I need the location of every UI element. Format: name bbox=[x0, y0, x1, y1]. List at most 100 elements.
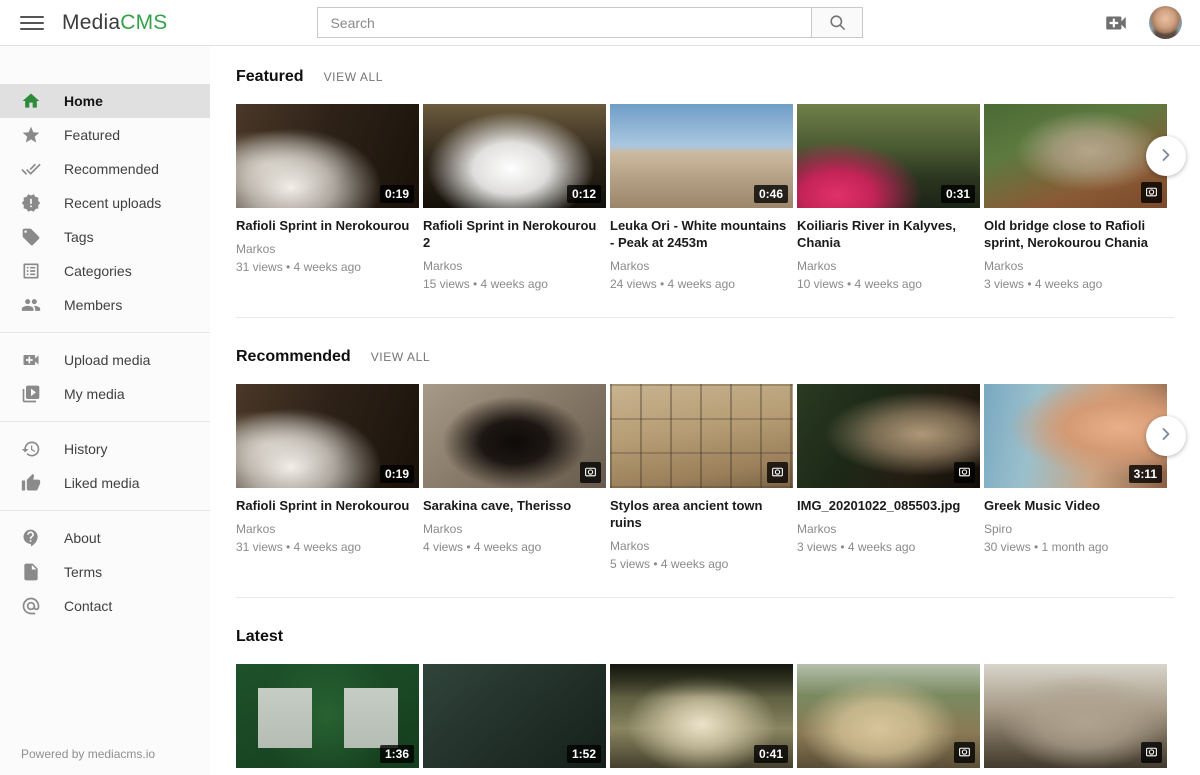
sidebar-item-members[interactable]: Members bbox=[0, 288, 210, 322]
media-card[interactable]: 0:12 Rafioli Sprint in Nerokourou 2 Markos… bbox=[423, 104, 606, 291]
sidebar-item-liked-media[interactable]: Liked media bbox=[0, 466, 210, 500]
media-title[interactable]: Greek Music Video bbox=[984, 498, 1167, 515]
sidebar-item-history[interactable]: History bbox=[0, 432, 210, 466]
duration-badge: 0:12 bbox=[567, 185, 601, 203]
sidebar-item-about[interactable]: About bbox=[0, 521, 210, 555]
sidebar-item-home[interactable]: Home bbox=[0, 84, 210, 118]
media-meta: 31 views • 4 weeks ago bbox=[236, 540, 419, 554]
media-card[interactable]: 0:41Forest - 49981.mp4test17 views • 3 w… bbox=[610, 664, 793, 775]
media-meta: 4 views • 4 weeks ago bbox=[423, 540, 606, 554]
media-author[interactable]: Spiro bbox=[984, 522, 1167, 536]
app-logo[interactable]: MediaCMS bbox=[62, 11, 167, 35]
sidebar-item-label: Featured bbox=[64, 127, 120, 143]
media-title[interactable]: Rafioli Sprint in Nerokourou bbox=[236, 498, 419, 515]
sidebar-item-my-media[interactable]: My media bbox=[0, 377, 210, 411]
home-icon bbox=[21, 91, 41, 111]
media-title[interactable]: Koiliaris River in Kalyves, Chania bbox=[797, 218, 980, 252]
video-library-icon bbox=[21, 384, 41, 404]
search-input[interactable] bbox=[317, 7, 811, 38]
media-author[interactable]: Markos bbox=[236, 522, 419, 536]
media-thumbnail[interactable]: 0:46 bbox=[610, 104, 793, 208]
media-author[interactable]: Markos bbox=[984, 259, 1167, 273]
search-button[interactable] bbox=[811, 7, 863, 38]
section-title: Recommended bbox=[236, 348, 351, 366]
media-author[interactable]: Markos bbox=[423, 259, 606, 273]
logo-text-cms: CMS bbox=[120, 11, 167, 34]
section-featured: FeaturedVIEW ALL0:19Rafioli Sprint in Ne… bbox=[236, 68, 1170, 291]
carousel-next-button[interactable] bbox=[1146, 136, 1186, 176]
media-card[interactable]: 0:31 Koiliaris River in Kalyves, Chania Ma… bbox=[797, 104, 980, 291]
media-thumbnail[interactable]: 1:36 bbox=[236, 664, 419, 768]
section-header: Latest bbox=[236, 628, 1170, 646]
media-title[interactable]: Stylos area ancient town ruins bbox=[610, 498, 793, 532]
sidebar-item-label: Home bbox=[64, 93, 103, 109]
media-thumbnail[interactable] bbox=[797, 384, 980, 488]
media-thumbnail[interactable]: 0:31 bbox=[797, 104, 980, 208]
media-author[interactable]: Markos bbox=[797, 522, 980, 536]
sidebar-item-upload-media[interactable]: Upload media bbox=[0, 343, 210, 377]
media-thumbnail[interactable] bbox=[984, 664, 1167, 768]
sidebar-item-label: Members bbox=[64, 297, 122, 313]
media-author[interactable]: Markos bbox=[797, 259, 980, 273]
media-card[interactable]: 0:19Rafioli Sprint in NerokourouMarkos31… bbox=[236, 104, 419, 291]
card-row: 0:19Rafioli Sprint in NerokourouMarkos31… bbox=[236, 104, 1170, 291]
media-author[interactable]: Markos bbox=[610, 539, 793, 553]
media-thumbnail[interactable] bbox=[610, 384, 793, 488]
media-card[interactable]: 1:36Corona HuntDickson Jr.6 views • 4 da… bbox=[236, 664, 419, 775]
media-title[interactable]: Old bridge close to Rafioli sprint, Nero… bbox=[984, 218, 1167, 252]
card-row: 0:19 Rafioli Sprint in Nerokourou Markos 31… bbox=[236, 384, 1170, 571]
sidebar-item-categories[interactable]: Categories bbox=[0, 254, 210, 288]
media-card[interactable]: 1:52Avatar AangDickson Jr.12 views • 1 w… bbox=[423, 664, 606, 775]
upload-media-icon[interactable] bbox=[1103, 10, 1129, 36]
media-card[interactable]: Stylos area ancient town ruinsMarkos5 vi… bbox=[610, 384, 793, 571]
sidebar-item-featured[interactable]: Featured bbox=[0, 118, 210, 152]
media-card[interactable]: Sarakina cave, Therisso Markos 4 views • 4… bbox=[423, 384, 606, 571]
media-card[interactable]: 3:11Greek Music VideoSpiro30 views • 1 m… bbox=[984, 384, 1167, 571]
sidebar-divider bbox=[0, 421, 210, 422]
media-thumbnail[interactable]: 0:19 bbox=[236, 384, 419, 488]
media-thumbnail[interactable]: 3:11 bbox=[984, 384, 1167, 488]
media-card[interactable]: 0:46 Leuka Ori - White mountains - Peak a… bbox=[610, 104, 793, 291]
media-card[interactable]: IMG_20201022_085503.jpgMarkos3 views • 4… bbox=[797, 384, 980, 571]
media-title[interactable]: Leuka Ori - White mountains - Peak at 24… bbox=[610, 218, 793, 252]
media-thumbnail[interactable]: 1:52 bbox=[423, 664, 606, 768]
at-email-icon bbox=[21, 596, 41, 616]
video-call-icon bbox=[21, 350, 41, 370]
media-author[interactable]: Markos bbox=[423, 522, 606, 536]
media-title[interactable]: Sarakina cave, Therisso bbox=[423, 498, 606, 515]
carousel-next-button[interactable] bbox=[1146, 416, 1186, 456]
view-all-link[interactable]: VIEW ALL bbox=[371, 350, 431, 364]
sidebar-nav: Home Featured RecommendedRecent uploadsTag… bbox=[0, 84, 210, 623]
sidebar-item-recent-uploads[interactable]: Recent uploads bbox=[0, 186, 210, 220]
media-card[interactable]: IMG_20201023_104106.jpgMarkos4 views • 4… bbox=[797, 664, 980, 775]
user-avatar[interactable] bbox=[1149, 6, 1182, 39]
media-card[interactable]: 0:19 Rafioli Sprint in Nerokourou Markos 31… bbox=[236, 384, 419, 571]
media-title[interactable]: Rafioli Sprint in Nerokourou bbox=[236, 218, 419, 235]
media-card[interactable]: IMG_20201023_101211.jpgMarkos4 views • 4… bbox=[984, 664, 1167, 775]
section-title: Latest bbox=[236, 628, 283, 646]
hamburger-menu-icon[interactable] bbox=[20, 11, 44, 35]
media-author[interactable]: Markos bbox=[236, 242, 419, 256]
media-thumbnail[interactable] bbox=[797, 664, 980, 768]
tag-icon bbox=[21, 227, 41, 247]
sidebar-item-label: Liked media bbox=[64, 475, 140, 491]
sidebar-item-label: History bbox=[64, 441, 108, 457]
media-thumbnail[interactable]: 0:19 bbox=[236, 104, 419, 208]
duration-badge: 1:52 bbox=[567, 745, 601, 763]
photo-badge-icon bbox=[1141, 742, 1162, 763]
sidebar-item-tags[interactable]: Tags bbox=[0, 220, 210, 254]
media-thumbnail[interactable] bbox=[984, 104, 1167, 208]
media-thumbnail[interactable] bbox=[423, 384, 606, 488]
media-author[interactable]: Markos bbox=[610, 259, 793, 273]
sidebar-item-recommended[interactable]: Recommended bbox=[0, 152, 210, 186]
media-title[interactable]: Rafioli Sprint in Nerokourou 2 bbox=[423, 218, 606, 252]
sidebar-item-terms[interactable]: Terms bbox=[0, 555, 210, 589]
section-header: Recommended VIEW ALL bbox=[236, 348, 1170, 366]
view-all-link[interactable]: VIEW ALL bbox=[324, 70, 384, 84]
media-thumbnail[interactable]: 0:41 bbox=[610, 664, 793, 768]
list-alt-icon bbox=[21, 261, 41, 281]
media-thumbnail[interactable]: 0:12 bbox=[423, 104, 606, 208]
media-card[interactable]: Old bridge close to Rafioli sprint, Nero… bbox=[984, 104, 1167, 291]
sidebar-item-contact[interactable]: Contact bbox=[0, 589, 210, 623]
media-title[interactable]: IMG_20201022_085503.jpg bbox=[797, 498, 980, 515]
